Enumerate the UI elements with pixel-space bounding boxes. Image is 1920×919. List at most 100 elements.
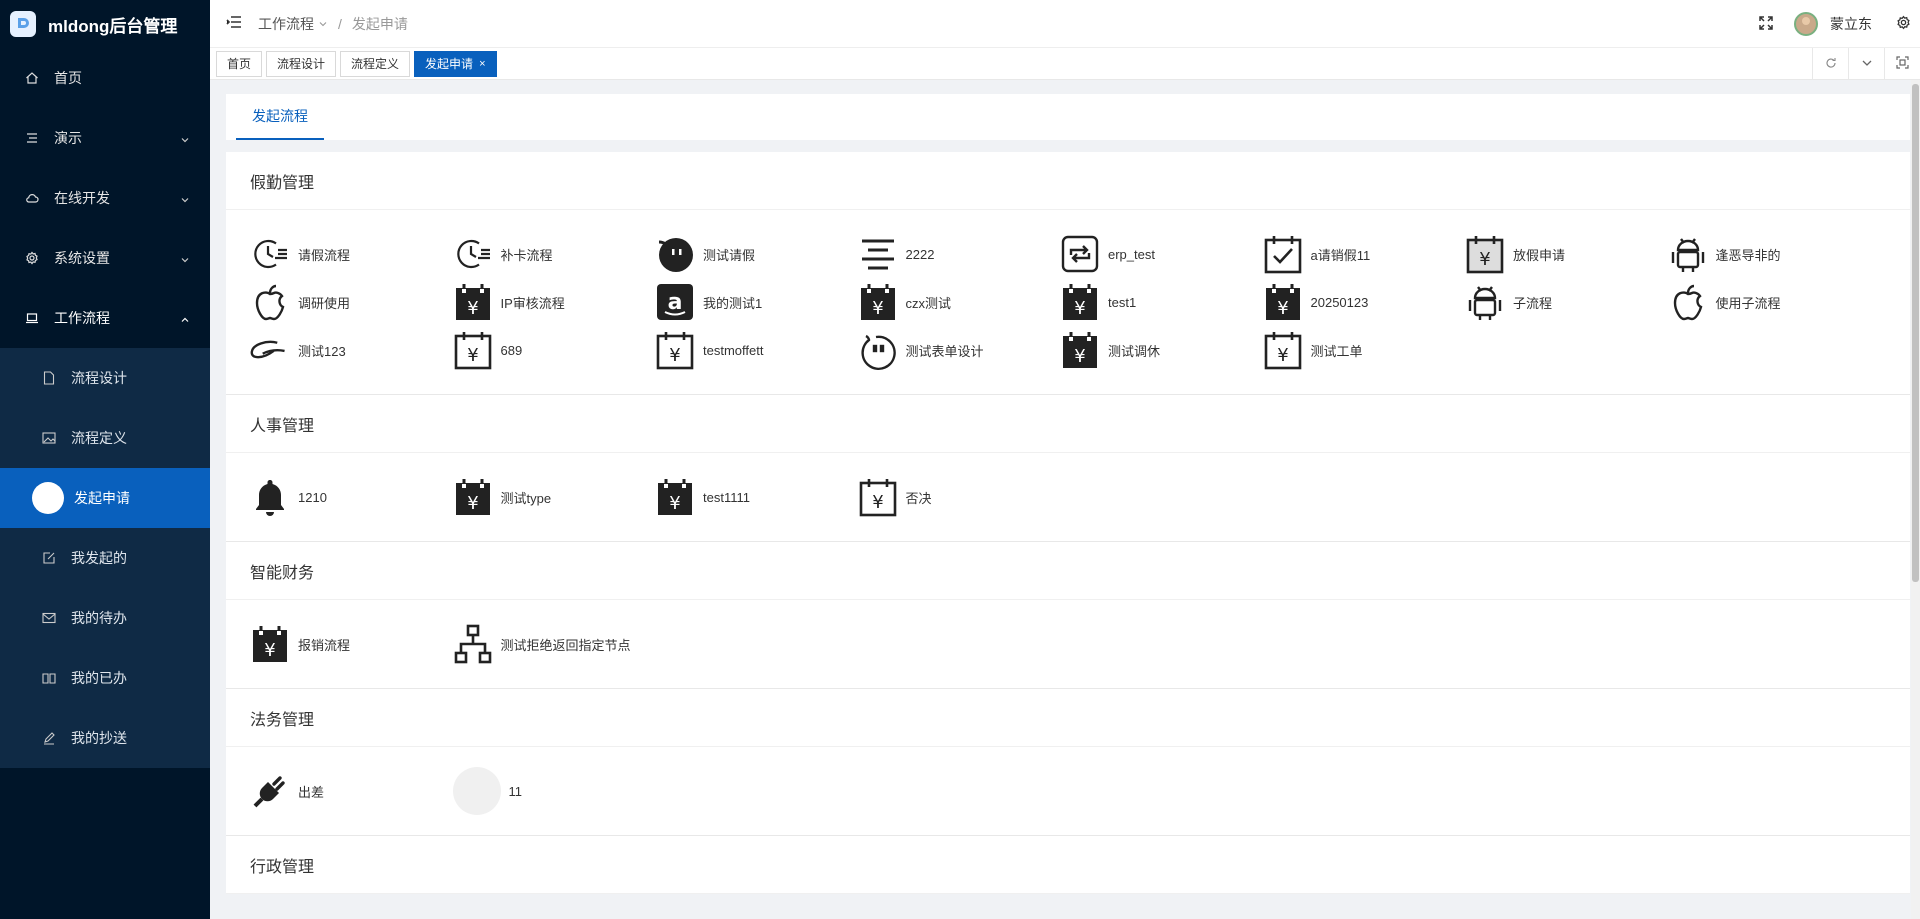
sidebar-item-settings[interactable]: 系统设置 [0,228,210,288]
settings-button[interactable] [1886,0,1920,48]
cloud-icon [24,190,40,206]
header-actions: 蒙立东 [1746,0,1920,48]
android-icon [1668,234,1708,274]
tab-process-design[interactable]: 流程设计 [266,50,337,77]
tab-dropdown-button[interactable] [1848,48,1884,80]
sidebar-item-my-todo[interactable]: 我的待办 [0,588,210,648]
svg-text:¥: ¥ [669,345,680,366]
tab-actions [1812,48,1920,80]
process-item[interactable]: ¥ 测试调休 [1060,326,1263,374]
process-item[interactable]: ¥ test1 [1060,278,1263,326]
tab-label: 流程定义 [351,57,400,71]
process-item[interactable]: 使用子流程 [1668,278,1871,326]
menu-fold-button[interactable] [210,15,258,32]
alibaba-icon [250,330,290,370]
section-items: 1210 ¥ 测试type ¥ test1111 ¥ 否决 [226,453,1910,542]
process-label: 逢恶导非的 [1715,247,1781,263]
process-item[interactable]: ¥ 689 [453,326,656,374]
app-logo[interactable]: mldong后台管理 [0,0,210,48]
user-menu[interactable]: 蒙立东 [1786,12,1886,36]
page-scrollbar[interactable] [1911,80,1920,919]
breadcrumb-item-workflow[interactable]: 工作流程 [258,14,314,34]
svg-text:¥: ¥ [467,298,478,319]
fold-content-button[interactable] [1884,48,1920,80]
process-label: erp_test [1108,246,1155,262]
scrollbar-thumb[interactable] [1912,84,1919,582]
money-calendar-filled-icon: ¥ [453,282,493,322]
clock-list-icon [453,234,493,274]
circle-icon [32,482,64,514]
tab-start-application[interactable]: 发起申请 × [414,50,497,77]
process-item[interactable]: 测试拒绝返回指定节点 [453,620,656,668]
tab-process-definition[interactable]: 流程定义 [340,50,411,77]
sidebar-item-home[interactable]: 首页 [0,48,210,108]
process-label: 1210 [298,489,327,505]
sidebar-item-process-definition[interactable]: 流程定义 [0,408,210,468]
svg-text:¥: ¥ [1277,345,1288,366]
sidebar-item-my-started[interactable]: 我发起的 [0,528,210,588]
fullscreen-button[interactable] [1746,0,1786,48]
process-item[interactable]: ¥ 测试type [453,473,656,521]
process-item[interactable]: ¥ 测试工单 [1263,326,1466,374]
process-label: 20250123 [1310,294,1369,310]
sidebar-item-label: 流程设计 [71,370,127,386]
mail-icon [41,610,57,626]
process-item[interactable]: 请假流程 [250,230,453,278]
process-item[interactable]: a 我的测试1 [655,278,858,326]
apple-icon [1668,282,1708,322]
process-item[interactable]: ¥ 报销流程 [250,620,453,668]
refresh-button[interactable] [1812,48,1848,80]
sidebar-item-demo[interactable]: 演示 [0,108,210,168]
process-item[interactable]: 1210 [250,473,453,521]
breadcrumb: 工作流程 / 发起申请 [258,14,408,34]
process-item[interactable]: 2222 [858,230,1061,278]
book-icon [41,670,57,686]
close-icon[interactable]: × [479,58,485,70]
money-calendar-icon: ¥ [453,330,493,370]
process-label: IP审核流程 [500,295,565,311]
process-item[interactable]: ¥ IP审核流程 [453,278,656,326]
logo-icon [10,11,36,37]
process-item[interactable]: ¥ testmoffett [655,326,858,374]
process-item[interactable]: ¥ test1111 [655,473,858,521]
process-item[interactable]: erp_test [1060,230,1263,278]
process-item[interactable]: ¥ czx测试 [858,278,1061,326]
tab-label: 流程设计 [277,57,326,71]
process-item[interactable]: 测试123 [250,326,453,374]
process-item[interactable]: ¥ 否决 [858,473,1061,521]
sidebar-item-label: 系统设置 [54,250,110,266]
process-label: czx测试 [905,295,952,311]
expand-icon [1896,56,1909,72]
process-item[interactable]: 调研使用 [250,278,453,326]
process-item[interactable]: 子流程 [1465,278,1668,326]
chevron-down-icon [180,252,190,268]
process-item[interactable]: 11 [452,767,656,815]
sidebar-item-workflow[interactable]: 工作流程 [0,288,210,348]
chevron-down-icon [1861,56,1873,72]
sidebar-item-start-application[interactable]: 发起申请 [0,468,210,528]
process-item[interactable]: 补卡流程 [453,230,656,278]
money-calendar-icon: ¥ [1263,330,1303,370]
sidebar-item-my-cc[interactable]: 我的抄送 [0,708,210,768]
process-item[interactable]: 测试表单设计 [858,326,1061,374]
user-name: 蒙立东 [1830,16,1872,32]
process-label: 11 [508,783,523,799]
process-item[interactable]: ¥ 20250123 [1263,278,1466,326]
tab-start-process[interactable]: 发起流程 [236,94,324,140]
process-item[interactable]: a请销假11 [1263,230,1466,278]
amazon-icon: a [655,282,695,322]
sidebar-item-my-done[interactable]: 我的已办 [0,648,210,708]
section-items: ¥ 报销流程 测试拒绝返回指定节点 [226,600,1910,689]
sidebar-item-process-design[interactable]: 流程设计 [0,348,210,408]
svg-text:¥: ¥ [1074,298,1085,319]
process-item[interactable]: ¥ 放假申请 [1465,230,1668,278]
sidebar-item-online-dev[interactable]: 在线开发 [0,168,210,228]
process-label: 测试type [500,490,552,506]
breadcrumb-item-current: 发起申请 [351,15,408,32]
file-icon [41,370,57,386]
process-item[interactable]: 逢恶导非的 [1668,230,1871,278]
process-label: 请假流程 [298,247,351,263]
process-item[interactable]: 出差 [250,767,453,815]
process-item[interactable]: 测试请假 [655,230,858,278]
tab-home[interactable]: 首页 [216,50,263,77]
